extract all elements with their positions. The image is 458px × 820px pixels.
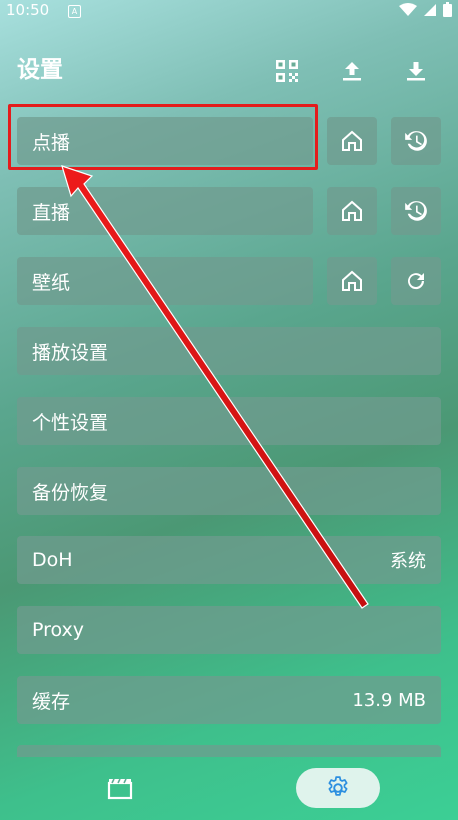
doh-value: 系统 — [390, 551, 426, 572]
partial-row[interactable] — [17, 745, 441, 757]
status-time: 10:50 — [6, 1, 50, 19]
cache-label: 缓存 — [32, 690, 71, 713]
vod-history-button[interactable] — [391, 117, 441, 165]
wallpaper-home-button[interactable] — [327, 257, 377, 305]
page-title: 设置 — [17, 57, 63, 83]
signal-icon — [424, 3, 436, 16]
highlight-box — [8, 104, 318, 170]
bottom-nav — [0, 760, 458, 820]
wallpaper-refresh-button[interactable] — [391, 257, 441, 305]
live-home-button[interactable] — [327, 187, 377, 235]
proxy-label: Proxy — [32, 619, 85, 641]
live-setting-row[interactable]: 直播 — [17, 187, 313, 235]
player-settings-row[interactable]: 播放设置 — [17, 327, 441, 375]
home-icon — [342, 130, 362, 151]
home-icon — [342, 200, 362, 221]
personal-settings-row[interactable]: 个性设置 — [17, 397, 441, 445]
notification-a-icon: A — [68, 5, 81, 18]
proxy-row[interactable]: Proxy — [17, 606, 441, 654]
vod-home-button[interactable] — [327, 117, 377, 165]
live-label: 直播 — [32, 201, 71, 224]
status-bar: 10:50 A — [0, 0, 458, 22]
tab-settings[interactable] — [296, 768, 380, 808]
backup-restore-label: 备份恢复 — [32, 481, 109, 504]
download-icon[interactable] — [403, 58, 429, 84]
cache-row[interactable]: 缓存 13.9 MB — [17, 676, 441, 724]
backup-restore-row[interactable]: 备份恢复 — [17, 467, 441, 515]
history-icon — [405, 131, 427, 151]
wifi-icon — [399, 2, 417, 16]
upload-icon[interactable] — [339, 58, 365, 84]
doh-label: DoH — [32, 549, 73, 571]
home-icon — [342, 270, 362, 291]
player-settings-label: 播放设置 — [32, 341, 109, 364]
status-icons — [399, 2, 452, 17]
clapperboard-icon — [107, 778, 133, 800]
personal-settings-label: 个性设置 — [32, 411, 109, 434]
cache-value: 13.9 MB — [352, 689, 426, 711]
doh-row[interactable]: DoH 系统 — [17, 536, 441, 584]
qr-code-icon[interactable] — [274, 58, 300, 84]
wallpaper-label: 壁纸 — [32, 271, 71, 294]
tab-vod[interactable] — [98, 770, 142, 806]
gear-icon — [328, 776, 348, 796]
wallpaper-setting-row[interactable]: 壁纸 — [17, 257, 313, 305]
battery-icon — [443, 2, 452, 17]
refresh-icon — [408, 273, 425, 290]
live-history-button[interactable] — [391, 187, 441, 235]
history-icon — [405, 201, 427, 221]
